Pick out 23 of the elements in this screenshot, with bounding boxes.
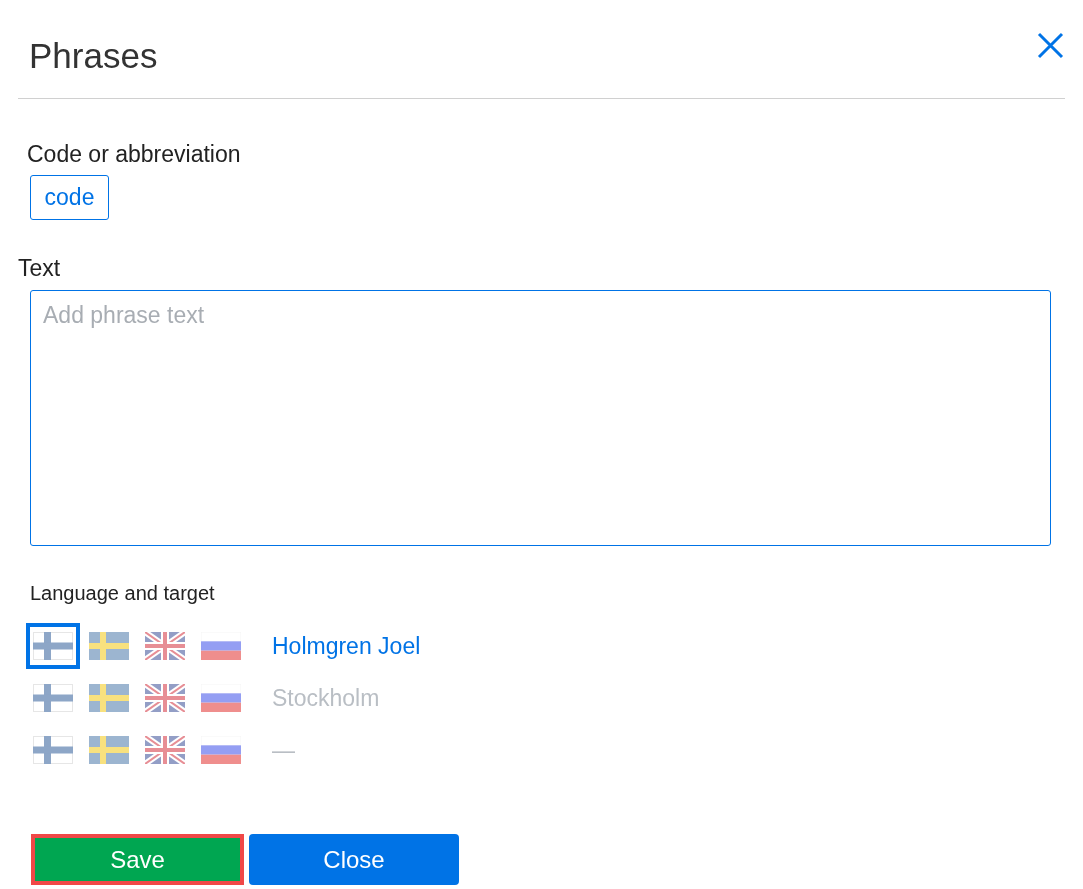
language-flag-button[interactable] — [26, 623, 80, 669]
finland-flag-icon — [33, 684, 73, 712]
uk-flag-icon — [145, 684, 185, 712]
field-label: Text — [18, 255, 61, 281]
code-input-field[interactable]: code — [30, 175, 109, 220]
target-link[interactable]: Holmgren Joel — [272, 632, 421, 660]
finland-flag-icon — [33, 736, 73, 764]
dialog-title: Phrases — [29, 36, 158, 76]
text-area-field[interactable]: Add phrase text — [30, 290, 1051, 546]
uk-flag-icon — [145, 736, 185, 764]
save-button[interactable]: Save — [31, 834, 244, 885]
sweden-flag-icon — [89, 632, 129, 660]
russia-flag-icon — [201, 684, 241, 712]
uk-flag-icon — [145, 632, 185, 660]
sweden-flag-icon — [89, 684, 129, 712]
close-button[interactable]: Close — [249, 834, 459, 885]
finland-flag-icon — [33, 632, 73, 660]
field-label: Code or abbreviation — [27, 141, 241, 167]
close-icon[interactable] — [1037, 32, 1064, 59]
section-label: Language and target — [30, 581, 215, 605]
sweden-flag-icon — [89, 736, 129, 764]
russia-flag-icon — [201, 632, 241, 660]
russia-flag-icon — [201, 736, 241, 764]
